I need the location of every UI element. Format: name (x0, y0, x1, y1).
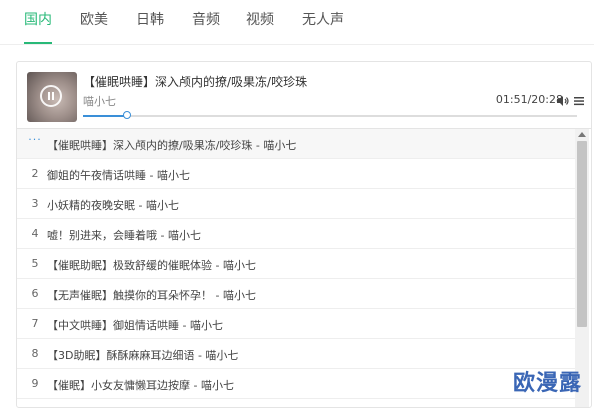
album-cover (27, 72, 77, 122)
track-number: 2 (31, 167, 39, 180)
track-label: 【催眠】小女友慵懒耳边按摩 - 喵小七 (47, 379, 234, 392)
track-label: 【催眠哄睡】深入颅内的撩/吸果冻/咬珍珠 - 喵小七 (47, 139, 297, 152)
playlist-menu-icon[interactable] (573, 95, 585, 107)
pause-icon (48, 92, 50, 100)
track-number: 9 (31, 377, 39, 390)
active-tab-indicator (24, 42, 52, 44)
tab-audio[interactable]: 音频 (192, 9, 220, 29)
track-number: 7 (31, 317, 39, 330)
pause-button[interactable] (40, 85, 62, 107)
watermark-logo: 欧漫露 (513, 371, 583, 396)
music-player-panel: 【催眠哄睡】深入颅内的撩/吸果冻/咬珍珠 喵小七 01:51/20:28 ···… (16, 61, 592, 408)
track-title: 【催眠哄睡】深入颅内的撩/吸果冻/咬珍珠 (83, 75, 308, 89)
tab-no-vocals[interactable]: 无人声 (302, 9, 344, 29)
track-label: 【催眠助眠】极致舒缓的催眠体验 - 喵小七 (47, 259, 256, 272)
playlist-row-2[interactable]: 2 御姐的午夜情话哄睡 - 喵小七 (17, 159, 575, 189)
playlist-row-4[interactable]: 4 嘘！别进来，会睡着哦 - 喵小七 (17, 219, 575, 249)
playlist-row-7[interactable]: 7 【中文哄睡】御姐情话哄睡 - 喵小七 (17, 309, 575, 339)
playlist-row-8[interactable]: 8 【3D助眠】酥酥麻麻耳边细语 - 喵小七 (17, 339, 575, 369)
track-label: 御姐的午夜情话哄睡 - 喵小七 (47, 169, 190, 182)
track-number: 5 (31, 257, 39, 270)
progress-fill (83, 115, 128, 117)
volume-icon[interactable] (557, 96, 569, 106)
playlist-row-6[interactable]: 6 【无声催眠】触摸你的耳朵怀孕！ - 喵小七 (17, 279, 575, 309)
track-number: 4 (31, 227, 39, 240)
playlist-row-9[interactable]: 9 【催眠】小女友慵懒耳边按摩 - 喵小七 (17, 369, 575, 399)
track-label: 【中文哄睡】御姐情话哄睡 - 喵小七 (47, 319, 223, 332)
playlist-row-1[interactable]: ··· 【催眠哄睡】深入颅内的撩/吸果冻/咬珍珠 - 喵小七 (17, 129, 575, 159)
playlist: ··· 【催眠哄睡】深入颅内的撩/吸果冻/咬珍珠 - 喵小七 2 御姐的午夜情话… (17, 129, 591, 407)
track-time: 01:51/20:28 (495, 93, 563, 106)
now-playing-indicator: ··· (28, 133, 42, 146)
track-label: 嘘！别进来，会睡着哦 - 喵小七 (47, 229, 201, 242)
progress-track[interactable] (83, 111, 577, 119)
track-artist: 喵小七 (83, 95, 116, 108)
category-tabs: 国内 欧美 日韩 音频 视频 无人声 (0, 0, 594, 45)
track-label: 小妖精的夜晚安眠 - 喵小七 (47, 199, 179, 212)
progress-handle[interactable] (123, 111, 132, 119)
pause-icon-bar (52, 92, 54, 100)
track-number: 8 (31, 347, 39, 360)
track-label: 【3D助眠】酥酥麻麻耳边细语 - 喵小七 (47, 349, 239, 362)
now-playing-bar: 【催眠哄睡】深入颅内的撩/吸果冻/咬珍珠 喵小七 01:51/20:28 (17, 62, 591, 129)
playlist-row-3[interactable]: 3 小妖精的夜晚安眠 - 喵小七 (17, 189, 575, 219)
playlist-row-5[interactable]: 5 【催眠助眠】极致舒缓的催眠体验 - 喵小七 (17, 249, 575, 279)
tab-japan-korea[interactable]: 日韩 (136, 9, 164, 29)
tab-western[interactable]: 欧美 (80, 9, 108, 29)
track-number: 3 (31, 197, 39, 210)
track-label: 【无声催眠】触摸你的耳朵怀孕！ - 喵小七 (47, 289, 256, 302)
scrollbar-thumb[interactable] (577, 141, 587, 327)
scroll-up-arrow-icon[interactable] (578, 132, 586, 137)
tab-video[interactable]: 视频 (246, 9, 274, 29)
track-number: 6 (31, 287, 39, 300)
tab-domestic[interactable]: 国内 (24, 9, 52, 29)
